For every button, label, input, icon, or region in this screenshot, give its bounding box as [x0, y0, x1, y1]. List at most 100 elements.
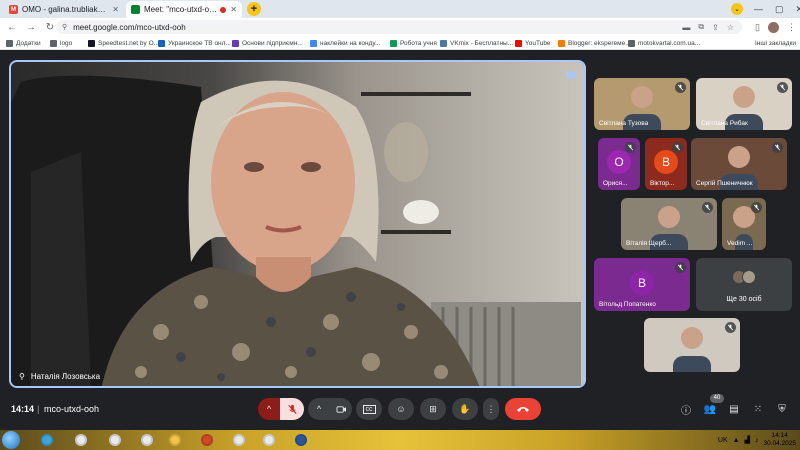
participant-tile[interactable]: Віталія Щерб... — [621, 198, 717, 250]
chrome-icon[interactable] — [70, 432, 92, 448]
participant-tile[interactable]: В Віктор... — [645, 138, 687, 190]
participant-tile[interactable]: Сергій Пшеничнюк — [691, 138, 787, 190]
bookmark-item[interactable]: наклейки на конду... — [310, 38, 380, 48]
chrome-icon[interactable] — [228, 432, 250, 448]
bookmark-item[interactable]: VKmix - Бесплатны... — [440, 38, 513, 48]
chrome-icon[interactable] — [258, 432, 280, 448]
volume-icon[interactable]: ♪ — [755, 437, 759, 444]
reactions-button[interactable]: ☺ — [388, 398, 414, 420]
word-icon[interactable] — [290, 432, 312, 448]
participant-tile[interactable]: О Орися... — [598, 138, 640, 190]
meeting-info-icon[interactable]: ⓘ — [679, 402, 693, 417]
participant-video — [658, 206, 680, 229]
close-window-icon[interactable]: ✕ — [796, 4, 800, 15]
forward-icon[interactable]: → — [24, 20, 38, 34]
weather-icon[interactable] — [36, 432, 58, 448]
clock-time: 14:14 — [771, 432, 788, 439]
chat-icon[interactable]: ▤ — [727, 402, 741, 416]
emoji-icon: ☺ — [396, 404, 406, 414]
app-glyph — [41, 434, 53, 446]
raise-hand-button[interactable]: ✋ — [452, 398, 478, 420]
blogger-icon — [558, 39, 565, 47]
file-explorer-icon[interactable] — [164, 432, 186, 448]
self-view-tile[interactable] — [644, 318, 740, 372]
bookmark-item[interactable]: YouTube — [515, 38, 551, 48]
browser-tab-strip: M ОМО - galina.trubliak@gmail.co ✕ Meet:… — [0, 0, 800, 18]
main-speaker-tile[interactable]: ▮▮▮ ⚲ Наталія Лозовська — [9, 60, 586, 388]
mic-toggle-button[interactable] — [280, 398, 304, 420]
participant-tile[interactable]: Світлана Тузова — [594, 78, 690, 130]
bookmark-other[interactable]: Інші закладки — [755, 38, 796, 48]
clock[interactable]: 14:14 30.04.2025 — [763, 432, 796, 448]
participant-tile[interactable]: В Вітольд Попатенко — [594, 258, 690, 311]
people-icon[interactable]: 👥 — [703, 402, 717, 416]
cast-icon[interactable]: ⧉ — [698, 22, 704, 32]
minimize-icon[interactable]: — — [754, 4, 763, 14]
participant-video — [681, 326, 703, 349]
bookmark-item[interactable]: Робота учня — [390, 38, 437, 48]
powerpoint-icon[interactable] — [196, 432, 218, 448]
tray-chevron-icon[interactable]: ▲ — [733, 437, 740, 444]
meet-stage: ▮▮▮ ⚲ Наталія Лозовська Світлана Тузова … — [0, 50, 800, 430]
browser-toolbar: ← → ↻ ⚲ meet.google.com/mco-utxd-ooh ▬ ⧉… — [0, 18, 800, 36]
more-participants-tile[interactable]: Ще 30 осіб — [696, 258, 792, 311]
share-icon[interactable]: ⇪ — [712, 23, 719, 32]
bookmark-item[interactable]: Speedtest.net by O... — [88, 38, 159, 48]
activities-icon[interactable]: ⁙ — [751, 402, 765, 416]
tab-meet[interactable]: Meet: "mco-utxd-ooh" ✕ — [126, 1, 242, 18]
present-button[interactable]: ⊞ — [420, 398, 446, 420]
reload-icon[interactable]: ↻ — [43, 20, 57, 34]
bookmark-item[interactable]: motokvartal.com.ua... — [628, 38, 700, 48]
site-info-icon[interactable]: ⚲ — [62, 23, 67, 31]
language-indicator[interactable]: UK — [718, 437, 728, 444]
camera-icon — [336, 405, 346, 413]
bookmark-item[interactable]: Додатки — [6, 38, 41, 48]
menu-dots-icon[interactable]: ⋮ — [787, 22, 796, 33]
end-call-icon — [517, 407, 529, 412]
participant-tile[interactable]: Світлана Рибак — [696, 78, 792, 130]
bookmark-star-icon[interactable]: ☆ — [727, 23, 734, 32]
avatar-stack — [732, 270, 756, 284]
camera-toggle-button[interactable] — [330, 398, 352, 420]
start-button[interactable] — [2, 431, 20, 449]
bookmark-item[interactable]: Основи підприємн... — [232, 38, 303, 48]
chrome-icon[interactable] — [136, 432, 158, 448]
leave-call-button[interactable] — [505, 398, 541, 420]
tab-search-button[interactable]: ⌄ — [731, 2, 743, 16]
bookmarks-bar: Інші закладки Додатки logo Speedtest.net b… — [0, 36, 800, 50]
meeting-code: mco-utxd-ooh — [44, 404, 100, 414]
participant-name: Вітольд Попатенко — [599, 301, 656, 308]
bookmark-icon — [390, 39, 397, 47]
mic-off-icon — [675, 82, 686, 93]
captions-button[interactable]: cc — [356, 398, 382, 420]
recording-dot-icon — [220, 6, 227, 13]
tab-gmail[interactable]: M ОМО - galina.trubliak@gmail.co ✕ — [4, 1, 124, 18]
mic-off-icon — [287, 404, 297, 414]
host-controls-icon[interactable]: ⛨ — [775, 402, 789, 416]
profile-avatar[interactable] — [768, 21, 779, 33]
bookmark-item[interactable]: Blogger: eksperеме... — [558, 38, 631, 48]
clock-date: 30.04.2025 — [763, 440, 796, 447]
camera-options-button[interactable]: ^ — [308, 398, 330, 420]
yandex-browser-icon[interactable] — [104, 432, 126, 448]
bookmark-icon — [232, 39, 239, 47]
participant-tile[interactable]: Vedim ... — [722, 198, 766, 250]
bookmark-label: Інші закладки — [754, 39, 796, 47]
globe-icon — [50, 39, 57, 47]
camera-in-use-icon[interactable]: ▬ — [682, 23, 690, 32]
pin-icon[interactable]: ⚲ — [19, 372, 25, 381]
bookmark-item[interactable]: logo — [50, 38, 72, 48]
new-tab-button[interactable]: + — [247, 2, 261, 16]
network-icon[interactable]: ▟ — [745, 436, 750, 444]
close-icon[interactable]: ✕ — [112, 5, 119, 14]
app-glyph — [75, 434, 87, 446]
maximize-icon[interactable]: ▢ — [775, 4, 784, 15]
bookmark-item[interactable]: Украинское ТВ онл... — [158, 38, 231, 48]
google-icon — [310, 39, 317, 47]
close-icon[interactable]: ✕ — [230, 5, 237, 14]
mic-options-button[interactable]: ^ — [258, 398, 280, 420]
side-panel-icon[interactable]: ▯ — [755, 22, 760, 33]
more-options-button[interactable]: ⋮ — [483, 398, 499, 420]
back-icon[interactable]: ← — [5, 20, 19, 34]
address-bar[interactable]: ⚲ meet.google.com/mco-utxd-ooh ▬ ⧉ ⇪ ☆ — [56, 20, 742, 34]
